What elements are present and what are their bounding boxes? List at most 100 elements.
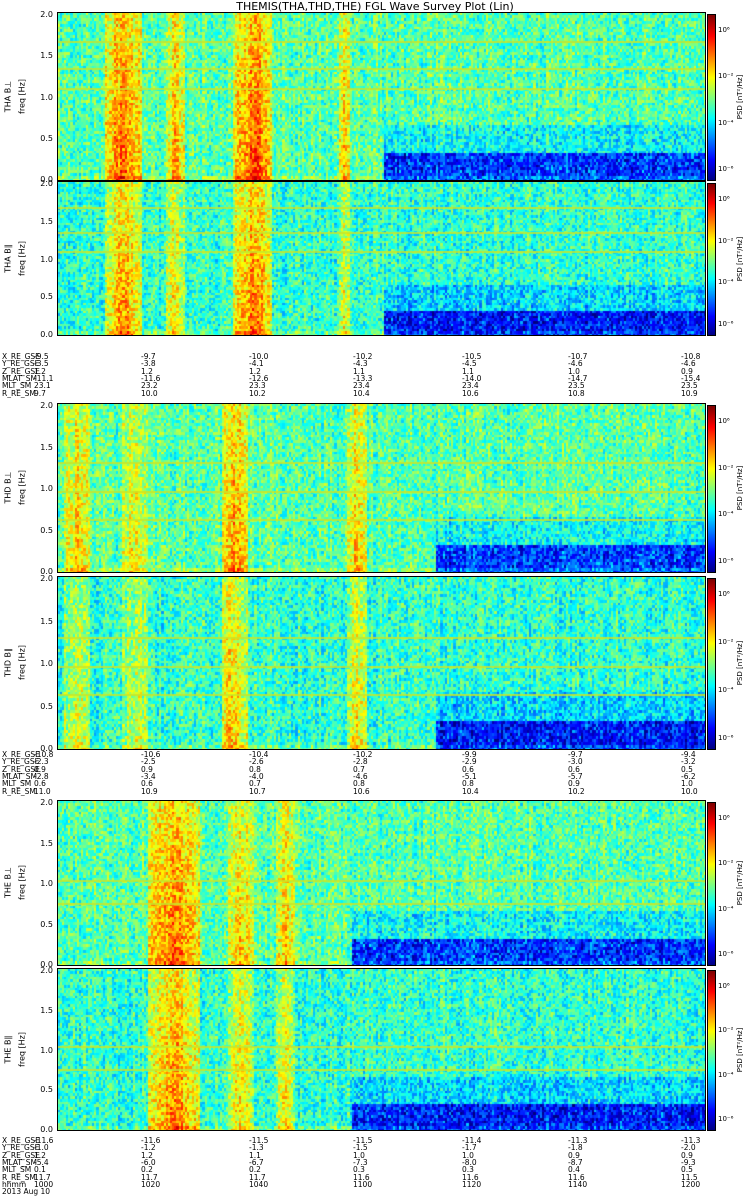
tha-panel-1-colorbar — [707, 183, 716, 336]
tha-panel-1-ytick: 2.0 — [40, 179, 53, 188]
tha-panel-1-ylabel: THA B∥ — [3, 243, 13, 273]
thd-panel-0-ytick: 1.0 — [40, 484, 53, 493]
the-eph-value: 1200 — [681, 1179, 701, 1189]
tha-panel-1-colorbar-tick: 10⁻⁶ — [718, 320, 734, 328]
thd-panel-1-colorbar-tick: 10⁻⁶ — [718, 734, 734, 742]
thd-eph-value: 10.4 — [462, 786, 479, 796]
the-panel-1-colorbar-tick: 10⁻⁴ — [718, 1070, 734, 1079]
thd-panel-1-freq-label: freq [Hz] — [17, 645, 27, 680]
the-eph-value: 1000 — [34, 1179, 54, 1189]
tha-panel-0-colorbar — [707, 14, 716, 181]
thd-panel-0-freq-label: freq [Hz] — [17, 470, 27, 505]
thd-panel-1-spectrogram — [57, 576, 706, 750]
tha-panel-1-spectrogram — [57, 181, 706, 336]
the-panel-0-colorbar-tick: 10⁻² — [718, 859, 734, 868]
tha-panel-0-freq-label: freq [Hz] — [17, 78, 27, 114]
the-panel-1-ytick: 1.5 — [40, 1005, 53, 1015]
the-panel-1-colorbar-label: PSD [nT²/Hz] — [736, 1027, 744, 1072]
the-panel-0-ytick: 1.5 — [40, 838, 53, 848]
the-panel-0-colorbar-label: PSD [nT²/Hz] — [736, 860, 744, 906]
the-panel-1-colorbar-tick: 10⁻² — [718, 1026, 734, 1035]
the-panel-0-colorbar-tick: 10⁶ — [718, 814, 730, 822]
thd-panel-0-colorbar-tick: 10⁻² — [718, 463, 734, 472]
the-panel-0-colorbar-tick: 10⁻⁴ — [718, 904, 734, 913]
thd-panel-1-colorbar — [707, 578, 716, 750]
tha-panel-0-colorbar-tick: 10⁻² — [718, 72, 734, 81]
the-panel-0-freq-label: freq [Hz] — [17, 865, 27, 900]
tha-eph-value: 10.4 — [353, 388, 370, 398]
the-panel-0-ylabel: THE B⊥ — [3, 867, 13, 898]
the-panel-0-colorbar-tick: 10⁻⁶ — [718, 950, 734, 958]
tha-panel-1-colorbar-label: PSD [nT²/Hz] — [736, 236, 744, 281]
the-panel-1-ytick: 1.0 — [40, 1045, 53, 1055]
tha-eph-label: R_RE_SM — [2, 388, 36, 398]
the-panel-0-ytick: 2.0 — [40, 798, 53, 807]
tha-panel-0-colorbar-tick: 10⁶ — [718, 26, 730, 34]
tha-panel-0-ytick: 2.0 — [40, 10, 53, 19]
tha-eph-value: 9.7 — [34, 388, 46, 398]
the-eph-value: 1140 — [568, 1179, 588, 1189]
the-panel-1-spectrogram — [57, 968, 706, 1131]
thd-eph-value: 10.0 — [681, 786, 698, 796]
tha-panel-1-ytick: 0.0 — [40, 330, 53, 339]
the-panel-1-ytick: 0.5 — [40, 1085, 53, 1095]
tha-panel-0-ytick: 1.0 — [40, 92, 53, 102]
tha-eph-value: 10.2 — [249, 388, 266, 398]
thd-eph-label: R_RE_SM — [2, 786, 36, 796]
the-panel-1-freq-label: freq [Hz] — [17, 1031, 27, 1067]
thd-panel-0-colorbar — [707, 405, 716, 573]
tha-panel-1-colorbar-tick: 10⁻² — [718, 236, 734, 245]
tha-panel-1-colorbar-tick: 10⁶ — [718, 195, 730, 203]
the-panel-1-colorbar-tick: 10⁶ — [718, 982, 730, 990]
the-panel-1-ytick: 2.0 — [40, 966, 53, 975]
tha-panel-1-freq-label: freq [Hz] — [17, 240, 27, 276]
thd-panel-1-ytick: 2.0 — [40, 574, 53, 583]
the-panel-1-colorbar — [707, 970, 716, 1131]
tha-panel-1-ytick: 1.0 — [40, 254, 53, 264]
tha-eph-value: 10.0 — [141, 388, 158, 398]
thd-panel-0-ylabel: THD B⊥ — [3, 471, 13, 504]
thd-eph-value: 10.7 — [249, 786, 266, 796]
the-eph-value: 1040 — [249, 1179, 269, 1189]
tha-panel-0-colorbar-label: PSD [nT²/Hz] — [736, 74, 744, 119]
thd-panel-0-colorbar-label: PSD [nT²/Hz] — [736, 465, 744, 511]
thd-eph-value: 10.6 — [353, 786, 370, 796]
thd-panel-0-colorbar-tick: 10⁻⁶ — [718, 557, 734, 565]
thd-eph-value: 11.0 — [34, 786, 51, 796]
thd-panel-0-colorbar-tick: 10⁻⁴ — [718, 510, 734, 519]
tha-panel-0-colorbar-tick: 10⁻⁶ — [718, 165, 734, 173]
the-eph-label: 2013 Aug 10 — [2, 1187, 51, 1197]
tha-panel-0-colorbar-tick: 10⁻⁴ — [718, 118, 734, 127]
tha-eph-value: 10.8 — [568, 388, 585, 398]
the-panel-0-ytick: 0.5 — [40, 919, 53, 929]
the-panel-0-colorbar — [707, 802, 716, 966]
thd-panel-1-colorbar-tick: 10⁶ — [718, 590, 730, 598]
the-panel-1-ylabel: THE B∥ — [3, 1035, 13, 1063]
thd-eph-value: 10.9 — [141, 786, 158, 796]
the-eph-value: 1100 — [353, 1179, 373, 1189]
thd-panel-1-colorbar-label: PSD [nT²/Hz] — [736, 640, 744, 686]
thd-panel-1-ytick: 1.5 — [40, 616, 53, 626]
tha-panel-1-ytick: 1.5 — [40, 216, 53, 226]
thd-eph-value: 10.2 — [568, 786, 585, 796]
the-panel-1-ytick: 0.0 — [40, 1125, 53, 1134]
tha-panel-0-ylabel: THA B⊥ — [3, 80, 13, 112]
thd-panel-0-ytick: 2.0 — [40, 401, 53, 410]
tha-eph-value: 10.6 — [462, 388, 479, 398]
thd-panel-1-ytick: 0.5 — [40, 701, 53, 711]
thd-panel-0-ytick: 0.5 — [40, 525, 53, 535]
the-eph-value: 1120 — [462, 1179, 482, 1189]
thd-panel-0-colorbar-tick: 10⁶ — [718, 417, 730, 425]
tha-panel-0-ytick: 1.5 — [40, 51, 53, 61]
thd-panel-0-ytick: 1.5 — [40, 442, 53, 452]
thd-panel-1-ylabel: THD B∥ — [3, 647, 13, 678]
the-panel-0-ytick: 1.0 — [40, 879, 53, 888]
the-panel-0-spectrogram — [57, 800, 706, 966]
thd-panel-1-ytick: 1.0 — [40, 659, 53, 668]
the-panel-1-colorbar-tick: 10⁻⁶ — [718, 1115, 734, 1123]
tha-panel-0-ytick: 0.5 — [40, 133, 53, 143]
tha-panel-1-ytick: 0.5 — [40, 292, 53, 302]
the-eph-value: 1020 — [141, 1179, 161, 1189]
thd-panel-1-colorbar-tick: 10⁻⁴ — [718, 686, 734, 694]
tha-eph-value: 10.9 — [681, 388, 698, 398]
